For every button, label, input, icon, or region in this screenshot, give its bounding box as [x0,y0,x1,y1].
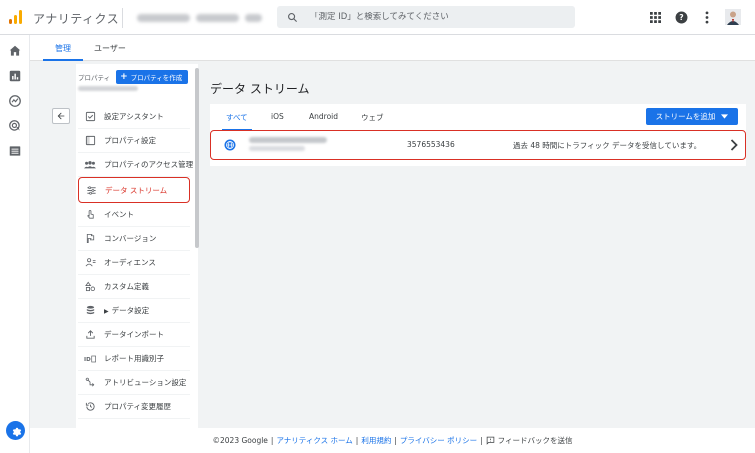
checkbox-icon [84,111,96,123]
footer-link-analytics-home[interactable]: アナリティクス ホーム [276,435,352,446]
add-stream-button[interactable]: ストリームを追加 [646,108,738,125]
more-vert-icon[interactable] [699,9,715,25]
search-icon [288,12,298,22]
account-selector[interactable] [122,8,262,28]
nav-label: 設定アシスタント [104,112,164,121]
svg-text:ID: ID [84,357,91,363]
gear-icon [12,427,21,436]
app-title: アナリティクス [33,12,120,26]
property-selector[interactable] [78,86,138,91]
id-icon: ID [84,353,96,365]
nav-item-data-import[interactable]: データインポート [78,323,190,347]
nav-item-attribution-settings[interactable]: アトリビューション設定 [78,371,190,395]
settings-square-icon [84,135,96,147]
create-property-button[interactable]: + プロパティを作成 [116,70,189,84]
tab-all[interactable]: すべて [222,112,252,131]
nav-item-conversions[interactable]: コンバージョン [78,227,190,251]
database-icon [84,305,96,317]
home-icon[interactable] [8,44,22,58]
tab-users[interactable]: ユーザー [94,43,126,54]
admin-gear-button[interactable] [6,421,25,440]
search-bar[interactable] [277,6,575,28]
explore-icon[interactable] [8,94,22,108]
arrow-back-icon [57,112,65,120]
left-rail [0,35,30,453]
top-bar: アナリティクス ? [0,0,755,35]
dropdown-arrow-icon [721,114,729,119]
help-icon[interactable]: ? [673,9,689,25]
stream-icon [85,184,97,196]
audience-icon [84,257,96,269]
stream-row[interactable]: 3576553436 過去 48 時間にトラフィック データを受信しています。 [210,130,746,160]
admin-tab-bar: 管理 ユーザー [30,35,755,61]
apps-grid-icon[interactable] [647,9,663,25]
nav-label: カスタム定義 [104,282,149,291]
nav-label: コンバージョン [104,234,157,243]
nav-item-setup-assistant[interactable]: 設定アシスタント [78,105,190,129]
avatar[interactable] [725,9,741,25]
tab-admin[interactable]: 管理 [43,43,83,61]
nav-item-data-streams[interactable]: データ ストリーム [78,177,190,203]
nav-label: データ ストリーム [105,185,168,195]
page-title: データ ストリーム [210,82,310,96]
nav-item-data-settings[interactable]: ▶ データ設定 [78,299,190,323]
feedback-link[interactable]: フィードバックを送信 [498,435,573,446]
history-icon [84,401,96,413]
create-property-label: プロパティを作成 [130,74,183,82]
feedback-icon[interactable] [486,436,495,445]
nav-label: プロパティ設定 [104,136,157,145]
nav-label: アトリビューション設定 [104,378,187,387]
nav-item-reporting-identity[interactable]: ID レポート用識別子 [78,347,190,371]
nav-item-custom-definitions[interactable]: カスタム定義 [78,275,190,299]
footer-link-terms[interactable]: 利用規約 [361,435,391,446]
upload-icon [84,329,96,341]
nav-label: イベント [104,210,134,219]
tab-android[interactable]: Android [309,112,338,121]
stream-name [249,137,327,143]
list-icon[interactable] [8,144,22,158]
flag-icon [84,233,96,245]
reports-icon[interactable] [8,69,22,83]
nav-item-change-history[interactable]: プロパティ変更履歴 [78,395,190,419]
property-nav-panel: プロパティ + プロパティを作成 設定アシスタント プロパティ設定 プロパティの… [76,64,198,428]
nav-item-access-management[interactable]: プロパティのアクセス管理 [78,153,194,177]
nav-label: プロパティ変更履歴 [104,402,172,411]
back-button[interactable] [52,108,70,124]
web-globe-icon [224,139,236,151]
streams-card: すべて iOS Android ウェブ ストリームを追加 3576553436 … [210,104,746,166]
footer: ©2023 Google | アナリティクス ホーム | 利用規約 | プライバ… [30,428,755,453]
chevron-right-icon[interactable] [730,139,738,151]
nav-item-events[interactable]: イベント [78,203,190,227]
attribution-icon [84,377,96,389]
nav-label: データインポート [104,330,164,339]
nav-label: オーディエンス [104,258,156,267]
advertising-icon[interactable] [8,119,22,133]
plus-icon: + [120,71,128,82]
stream-id: 3576553436 [407,140,455,149]
stream-url [249,146,305,151]
people-icon [84,159,96,171]
nav-item-property-settings[interactable]: プロパティ設定 [78,129,190,153]
tab-web[interactable]: ウェブ [361,112,384,123]
touch-icon [84,209,96,221]
shapes-icon [84,281,96,293]
add-stream-label: ストリームを追加 [655,112,716,121]
expand-arrow-icon[interactable]: ▶ [104,308,109,315]
analytics-logo-icon[interactable] [9,10,23,24]
copyright: ©2023 Google [212,436,268,445]
nav-label: プロパティのアクセス管理 [104,160,194,169]
property-label: プロパティ [78,74,111,82]
nav-item-audiences[interactable]: オーディエンス [78,251,190,275]
nav-label: ▶ データ設定 [104,306,150,315]
nav-label: レポート用識別子 [104,354,164,363]
footer-link-privacy[interactable]: プライバシー ポリシー [400,435,477,446]
search-input[interactable] [310,12,560,22]
svg-text:?: ? [679,13,683,22]
tab-ios[interactable]: iOS [271,112,284,121]
stream-status: 過去 48 時間にトラフィック データを受信しています。 [513,141,702,150]
nav-scrollbar[interactable] [195,68,199,248]
